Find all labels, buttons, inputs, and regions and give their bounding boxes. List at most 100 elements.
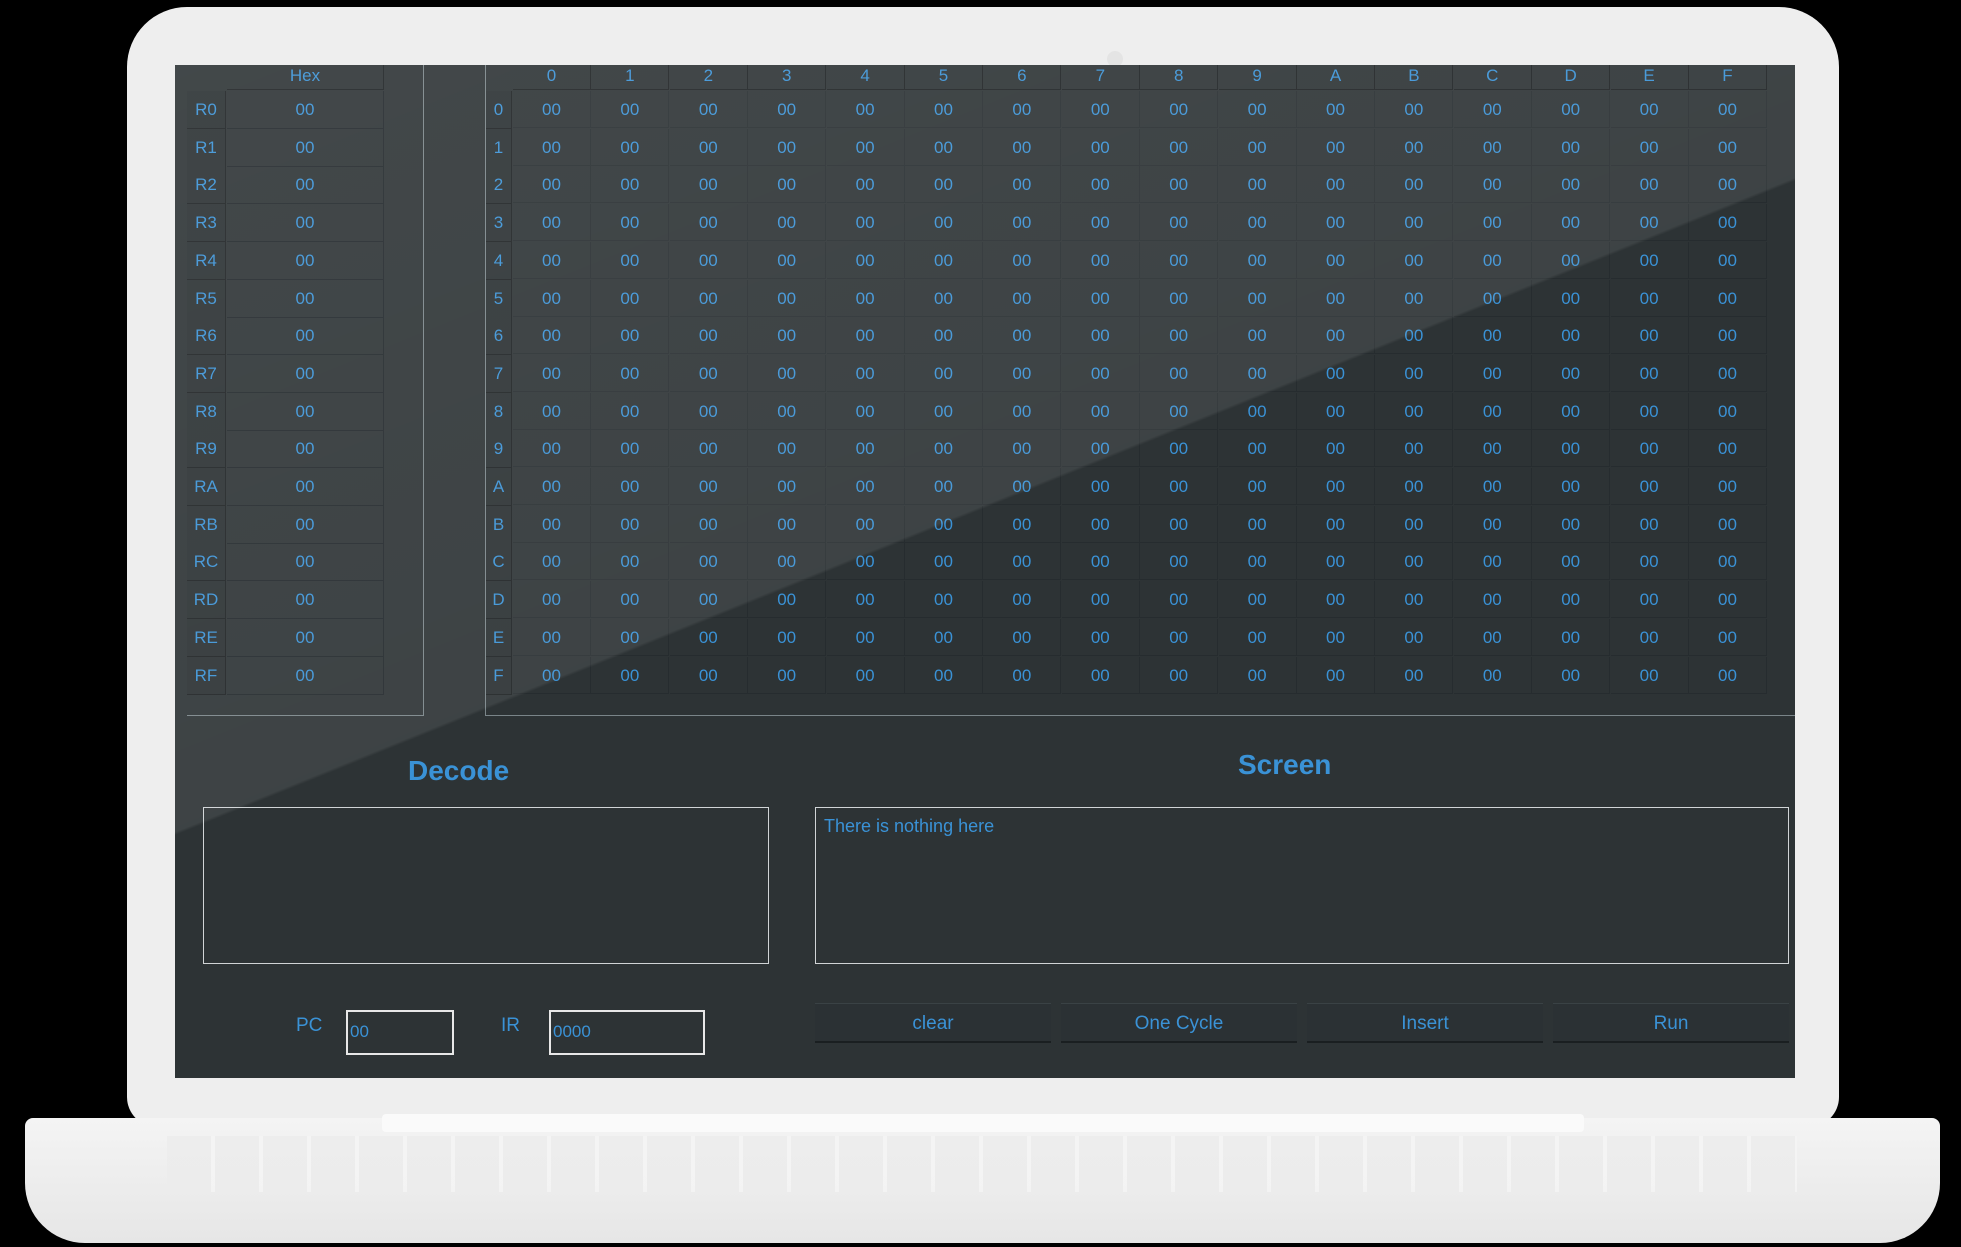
memory-cell[interactable]: 00 (1453, 468, 1532, 505)
memory-cell[interactable]: 00 (1689, 317, 1767, 355)
memory-cell[interactable]: 00 (983, 543, 1062, 581)
memory-cell[interactable]: 00 (1218, 317, 1297, 355)
memory-cell[interactable]: 00 (1532, 430, 1611, 468)
memory-cell[interactable]: 00 (513, 581, 591, 619)
memory-cell[interactable]: 00 (1375, 543, 1454, 581)
memory-cell[interactable]: 00 (591, 204, 670, 242)
memory-cell[interactable]: 00 (669, 581, 748, 619)
memory-cell[interactable]: 00 (1453, 241, 1532, 279)
memory-cell[interactable]: 00 (1140, 128, 1219, 166)
memory-cell[interactable]: 00 (1140, 392, 1219, 430)
memory-cell[interactable]: 00 (1297, 618, 1375, 656)
memory-cell[interactable]: 00 (905, 392, 983, 430)
register-value[interactable]: 00 (227, 241, 384, 280)
register-value[interactable]: 00 (227, 543, 384, 582)
memory-cell[interactable]: 00 (1610, 392, 1689, 430)
memory-cell[interactable]: 00 (1140, 430, 1219, 468)
memory-cell[interactable]: 00 (748, 204, 827, 242)
memory-cell[interactable]: 00 (1532, 204, 1611, 242)
memory-cell[interactable]: 00 (983, 468, 1062, 505)
memory-cell[interactable]: 00 (1375, 166, 1454, 204)
memory-cell[interactable]: 00 (983, 279, 1062, 317)
memory-cell[interactable]: 00 (1375, 618, 1454, 656)
memory-cell[interactable]: 00 (1689, 354, 1767, 392)
memory-cell[interactable]: 00 (1218, 128, 1297, 166)
memory-cell[interactable]: 00 (1218, 505, 1297, 543)
memory-cell[interactable]: 00 (1140, 279, 1219, 317)
memory-cell[interactable]: 00 (1453, 505, 1532, 543)
memory-cell[interactable]: 00 (669, 392, 748, 430)
memory-cell[interactable]: 00 (513, 128, 591, 166)
memory-cell[interactable]: 00 (826, 505, 905, 543)
memory-cell[interactable]: 00 (748, 618, 827, 656)
memory-cell[interactable]: 00 (1061, 354, 1140, 392)
memory-cell[interactable]: 00 (1061, 543, 1140, 581)
memory-cell[interactable]: 00 (513, 656, 591, 694)
memory-cell[interactable]: 00 (905, 581, 983, 619)
memory-cell[interactable]: 00 (1140, 166, 1219, 204)
memory-cell[interactable]: 00 (1532, 317, 1611, 355)
memory-cell[interactable]: 00 (1453, 354, 1532, 392)
memory-cell[interactable]: 00 (513, 204, 591, 242)
memory-cell[interactable]: 00 (1061, 392, 1140, 430)
memory-cell[interactable]: 00 (983, 505, 1062, 543)
memory-cell[interactable]: 00 (1140, 91, 1219, 128)
memory-cell[interactable]: 00 (1532, 581, 1611, 619)
memory-cell[interactable]: 00 (748, 91, 827, 128)
memory-cell[interactable]: 00 (983, 166, 1062, 204)
memory-cell[interactable]: 00 (591, 392, 670, 430)
memory-cell[interactable]: 00 (1610, 656, 1689, 694)
memory-cell[interactable]: 00 (1297, 241, 1375, 279)
memory-cell[interactable]: 00 (905, 656, 983, 694)
memory-cell[interactable]: 00 (513, 354, 591, 392)
memory-cell[interactable]: 00 (669, 128, 748, 166)
memory-cell[interactable]: 00 (1610, 618, 1689, 656)
memory-cell[interactable]: 00 (826, 166, 905, 204)
pc-input[interactable]: 00 (346, 1010, 454, 1055)
memory-cell[interactable]: 00 (826, 468, 905, 505)
memory-cell[interactable]: 00 (1610, 505, 1689, 543)
memory-cell[interactable]: 00 (513, 543, 591, 581)
memory-cell[interactable]: 00 (591, 430, 670, 468)
memory-cell[interactable]: 00 (905, 128, 983, 166)
memory-cell[interactable]: 00 (748, 166, 827, 204)
memory-cell[interactable]: 00 (1218, 618, 1297, 656)
memory-cell[interactable]: 00 (905, 543, 983, 581)
memory-cell[interactable]: 00 (983, 204, 1062, 242)
memory-cell[interactable]: 00 (591, 354, 670, 392)
memory-cell[interactable]: 00 (1375, 354, 1454, 392)
memory-cell[interactable]: 00 (1610, 166, 1689, 204)
memory-cell[interactable]: 00 (591, 166, 670, 204)
memory-cell[interactable]: 00 (1297, 505, 1375, 543)
memory-cell[interactable]: 00 (1453, 128, 1532, 166)
memory-cell[interactable]: 00 (591, 128, 670, 166)
memory-cell[interactable]: 00 (669, 279, 748, 317)
register-value[interactable]: 00 (227, 204, 384, 243)
memory-cell[interactable]: 00 (591, 543, 670, 581)
memory-cell[interactable]: 00 (1061, 581, 1140, 619)
memory-cell[interactable]: 00 (1297, 166, 1375, 204)
memory-cell[interactable]: 00 (591, 241, 670, 279)
memory-cell[interactable]: 00 (748, 317, 827, 355)
memory-cell[interactable]: 00 (1140, 656, 1219, 694)
memory-cell[interactable]: 00 (1689, 581, 1767, 619)
memory-cell[interactable]: 00 (669, 354, 748, 392)
register-value[interactable]: 00 (227, 656, 384, 695)
register-value[interactable]: 00 (227, 618, 384, 657)
memory-cell[interactable]: 00 (826, 241, 905, 279)
memory-cell[interactable]: 00 (1140, 354, 1219, 392)
one-cycle-button[interactable]: One Cycle (1061, 1003, 1297, 1043)
memory-cell[interactable]: 00 (1061, 430, 1140, 468)
register-value[interactable]: 00 (227, 430, 384, 469)
memory-cell[interactable]: 00 (513, 241, 591, 279)
memory-cell[interactable]: 00 (1140, 317, 1219, 355)
memory-cell[interactable]: 00 (826, 91, 905, 128)
memory-cell[interactable]: 00 (748, 543, 827, 581)
memory-cell[interactable]: 00 (1532, 91, 1611, 128)
memory-cell[interactable]: 00 (591, 656, 670, 694)
memory-cell[interactable]: 00 (513, 392, 591, 430)
memory-cell[interactable]: 00 (1532, 354, 1611, 392)
memory-cell[interactable]: 00 (1061, 128, 1140, 166)
memory-cell[interactable]: 00 (1610, 430, 1689, 468)
memory-cell[interactable]: 00 (1375, 317, 1454, 355)
